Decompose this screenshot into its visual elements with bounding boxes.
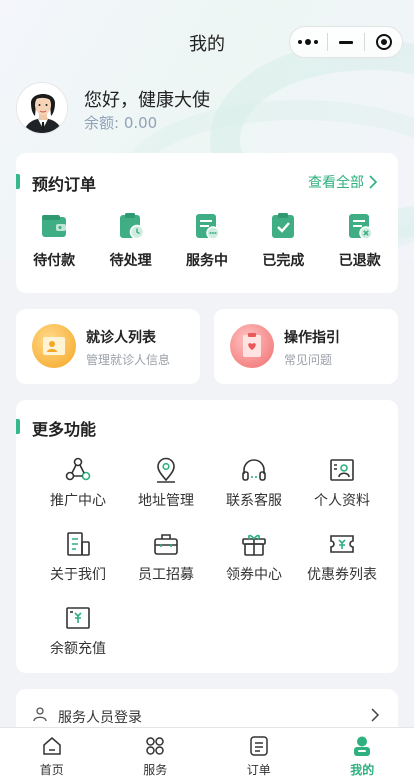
- order-status-label: 待处理: [109, 253, 152, 269]
- share-icon: [65, 457, 91, 481]
- function-about-us[interactable]: 关于我们: [34, 530, 122, 584]
- document-x-icon: [348, 214, 373, 240]
- function-label: 员工招募: [138, 567, 194, 583]
- function-promotion-center[interactable]: 推广中心: [34, 456, 122, 510]
- balance-text: 余额: 0.00: [84, 114, 158, 132]
- orders-section-title: 预约订单: [15, 171, 96, 195]
- operation-guide-title: 操作指引: [284, 330, 340, 346]
- chevron-right-icon: [369, 175, 378, 189]
- operation-guide-subtitle: 常见问题: [284, 353, 333, 367]
- chevron-right-icon: [371, 708, 380, 722]
- function-label: 联系客服: [226, 493, 282, 509]
- building-doc-icon: [67, 532, 90, 556]
- bottom-tab-bar: 首页 服务 订单 我的: [0, 727, 414, 780]
- location-icon: [157, 457, 175, 483]
- order-status-pending-payment[interactable]: 待付款: [16, 211, 92, 270]
- function-coupon-center[interactable]: 领券中心: [210, 530, 298, 584]
- function-label: 个人资料: [314, 493, 370, 509]
- order-status-label: 已退款: [338, 253, 381, 269]
- more-dots-icon: [298, 39, 319, 45]
- patient-list-card[interactable]: 就诊人列表 管理就诊人信息: [16, 309, 200, 384]
- tab-my[interactable]: 我的: [311, 728, 414, 780]
- headset-icon: [242, 459, 266, 481]
- my-profile-icon: [354, 736, 371, 756]
- function-label: 地址管理: [138, 493, 194, 509]
- minimize-icon: [339, 40, 353, 44]
- order-status-completed[interactable]: 已完成: [245, 211, 321, 270]
- user-profile[interactable]: 您好，健康大使 余额: 0.00: [16, 82, 396, 138]
- profile-card-icon: [330, 459, 354, 481]
- function-coupon-list[interactable]: 优惠券列表: [298, 530, 386, 584]
- tab-label: 订单: [246, 763, 271, 777]
- tab-label: 我的: [350, 763, 375, 777]
- tab-label: 首页: [39, 763, 64, 777]
- services-grid-icon: [146, 737, 164, 755]
- gift-icon: [242, 534, 266, 556]
- order-status-row: 待付款 待处理 服务中 已完成 已退款: [16, 211, 398, 270]
- staff-login-label: 服务人员登录: [58, 710, 142, 726]
- view-all-label: 查看全部: [308, 175, 364, 191]
- tab-services[interactable]: 服务: [104, 728, 208, 780]
- function-personal-info[interactable]: 个人资料: [298, 456, 386, 510]
- close-miniprogram-button[interactable]: [365, 27, 402, 57]
- minimize-button[interactable]: [328, 27, 365, 57]
- guide-clipboard-icon: [230, 324, 274, 368]
- view-all-orders-link[interactable]: 查看全部: [308, 172, 378, 192]
- clipboard-check-icon: [272, 213, 295, 238]
- patient-card-icon: [32, 324, 76, 368]
- miniprogram-capsule: [289, 26, 403, 58]
- more-menu-button[interactable]: [290, 27, 327, 57]
- function-balance-recharge[interactable]: 余额充值: [34, 604, 122, 658]
- function-contact-support[interactable]: 联系客服: [210, 456, 298, 510]
- function-label: 领券中心: [226, 567, 282, 583]
- function-label: 关于我们: [50, 567, 106, 583]
- function-label: 推广中心: [50, 493, 106, 509]
- navigation-bar: 我的: [0, 0, 414, 82]
- wallet-icon: [42, 215, 67, 237]
- tab-label: 服务: [143, 763, 168, 777]
- order-status-refunded[interactable]: 已退款: [322, 211, 398, 270]
- more-section-title: 更多功能: [15, 416, 96, 440]
- document-dots-icon: [195, 214, 220, 240]
- order-status-label: 待付款: [33, 253, 76, 269]
- function-staff-recruitment[interactable]: 员工招募: [122, 530, 210, 584]
- tab-orders[interactable]: 订单: [207, 728, 311, 780]
- coupon-icon: [330, 535, 354, 553]
- clipboard-clock-icon: [119, 213, 144, 240]
- order-status-pending-process[interactable]: 待处理: [92, 211, 168, 270]
- order-status-label: 服务中: [185, 253, 228, 269]
- orders-doc-icon: [250, 736, 268, 756]
- patient-list-subtitle: 管理就诊人信息: [86, 353, 171, 367]
- tab-home[interactable]: 首页: [0, 728, 104, 780]
- avatar[interactable]: [16, 82, 68, 134]
- function-label: 余额充值: [50, 641, 106, 657]
- briefcase-icon: [154, 534, 178, 555]
- appointment-orders-card: 预约订单 查看全部 待付款 待处理 服务中 已完成 已退款: [15, 153, 398, 293]
- function-address-management[interactable]: 地址管理: [122, 456, 210, 510]
- order-status-label: 已完成: [262, 253, 305, 269]
- operation-guide-card[interactable]: 操作指引 常见问题: [214, 309, 398, 384]
- function-label: 优惠券列表: [307, 567, 377, 583]
- home-icon: [43, 737, 61, 755]
- patient-list-title: 就诊人列表: [86, 330, 156, 346]
- person-icon: [33, 707, 47, 722]
- close-target-icon: [375, 34, 392, 50]
- order-status-in-service[interactable]: 服务中: [169, 211, 245, 270]
- recharge-icon: [66, 607, 90, 629]
- greeting-text: 您好，健康大使: [84, 90, 210, 111]
- more-functions-card: 更多功能 推广中心 地址管理 联系客服 个人资料 关于我们 员工招募 领券中心 …: [15, 400, 398, 673]
